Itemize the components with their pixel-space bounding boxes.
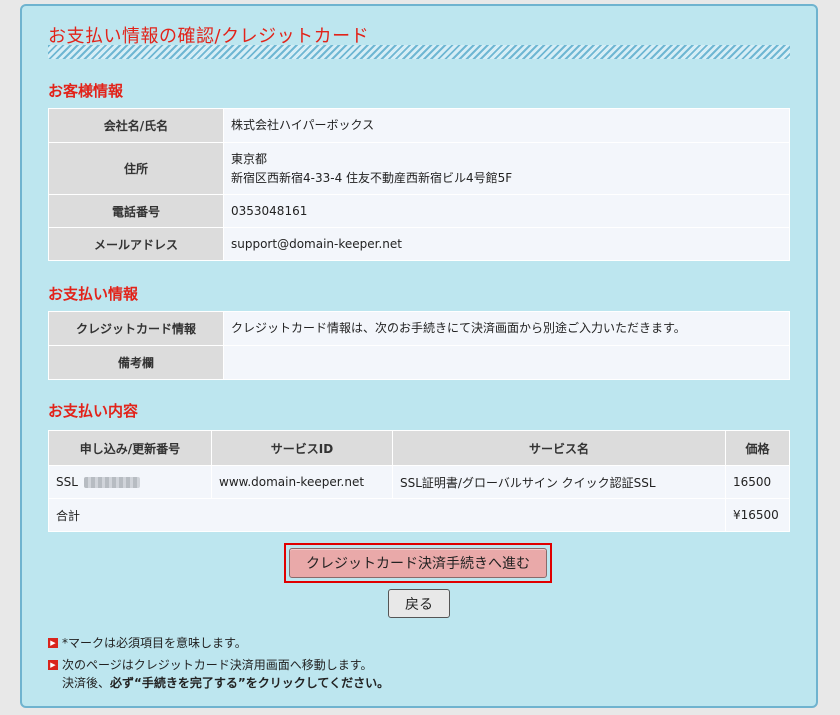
remarks-label: 備考欄: [48, 345, 224, 380]
note-complete-instruction: 決済後、必ず“手続きを完了する”をクリックしてください。: [62, 674, 790, 692]
address-label: 住所: [48, 142, 224, 195]
proceed-to-card-payment-button[interactable]: クレジットカード決済手続きへ進む: [289, 548, 547, 578]
title-stripe: [48, 45, 790, 59]
email-label: メールアドレス: [48, 227, 224, 261]
order-number-prefix: SSL: [56, 475, 78, 489]
remarks-value: [223, 345, 790, 380]
address-line-2: 新宿区西新宿4-33-4 住友不動産西新宿ビル4号館5F: [231, 170, 513, 185]
table-row: 備考欄: [48, 345, 790, 380]
note-complete-prefix: 決済後、: [62, 676, 111, 690]
bullet-arrow-icon: ▶: [48, 638, 58, 648]
customer-info-heading: お客様情報: [48, 82, 124, 100]
col-header-price: 価格: [725, 430, 790, 466]
total-value: ¥16500: [725, 498, 790, 532]
address-value: 東京都 新宿区西新宿4-33-4 住友不動産西新宿ビル4号館5F: [223, 142, 790, 195]
total-row: 合計 ¥16500: [48, 498, 790, 532]
col-header-number: 申し込み/更新番号: [48, 430, 212, 466]
col-header-service-id: サービスID: [211, 430, 393, 466]
payment-info-table: クレジットカード情報 クレジットカード情報は、次のお手続きにて決済画面から別途ご…: [48, 311, 790, 380]
total-label: 合計: [48, 498, 726, 532]
credit-card-value: クレジットカード情報は、次のお手続きにて決済画面から別途ご入力いただきます。: [223, 311, 790, 346]
content: お支払い情報の確認/クレジットカード お客様情報 会社名/氏名 株式会社ハイパー…: [20, 4, 818, 708]
credit-card-label: クレジットカード情報: [48, 311, 224, 346]
payment-details-table: 申し込み/更新番号 サービスID サービス名 価格 SSL www.domain…: [48, 430, 790, 532]
order-number-cell: SSL: [48, 465, 212, 499]
table-row: 電話番号 0353048161: [48, 194, 790, 228]
notes: ▶ *マークは必須項目を意味します。 ▶ 次のページはクレジットカード決済用画面…: [48, 634, 790, 696]
company-name-value: 株式会社ハイパーボックス: [223, 108, 790, 143]
payment-details-heading: お支払い内容: [48, 402, 139, 420]
customer-info-table: 会社名/氏名 株式会社ハイパーボックス 住所 東京都 新宿区西新宿4-33-4 …: [48, 108, 790, 261]
bullet-arrow-icon: ▶: [48, 660, 58, 670]
service-name-cell: SSL証明書/グローバルサイン クイック認証SSL: [392, 465, 726, 499]
note-required: ▶ *マークは必須項目を意味します。: [48, 634, 790, 652]
address-line-1: 東京都: [231, 151, 268, 166]
company-name-label: 会社名/氏名: [48, 108, 224, 143]
col-header-service-name: サービス名: [392, 430, 726, 466]
table-row: クレジットカード情報 クレジットカード情報は、次のお手続きにて決済画面から別途ご…: [48, 311, 790, 346]
note-next-page: ▶ 次のページはクレジットカード決済用画面へ移動します。 決済後、必ず“手続きを…: [48, 656, 790, 692]
phone-label: 電話番号: [48, 194, 224, 228]
note-complete-bold: 必ず“手続きを完了する”をクリックしてください。: [110, 676, 390, 690]
service-id-cell: www.domain-keeper.net: [211, 465, 393, 499]
phone-value: 0353048161: [223, 194, 790, 228]
back-button[interactable]: 戻る: [388, 589, 450, 618]
table-row: 住所 東京都 新宿区西新宿4-33-4 住友不動産西新宿ビル4号館5F: [48, 142, 790, 195]
table-header-row: 申し込み/更新番号 サービスID サービス名 価格: [48, 430, 790, 466]
note-next-page-text: 次のページはクレジットカード決済用画面へ移動します。: [62, 658, 373, 672]
email-value: support@domain-keeper.net: [223, 227, 790, 261]
table-row: メールアドレス support@domain-keeper.net: [48, 227, 790, 261]
payment-info-heading: お支払い情報: [48, 285, 139, 303]
note-required-text: *マークは必須項目を意味します。: [62, 636, 247, 650]
table-row: 会社名/氏名 株式会社ハイパーボックス: [48, 108, 790, 143]
proceed-button-highlight: クレジットカード決済手続きへ進む: [284, 543, 552, 583]
redacted-number: [83, 477, 140, 488]
price-cell: 16500: [725, 465, 790, 499]
table-row: SSL www.domain-keeper.net SSL証明書/グローバルサイ…: [48, 465, 790, 499]
